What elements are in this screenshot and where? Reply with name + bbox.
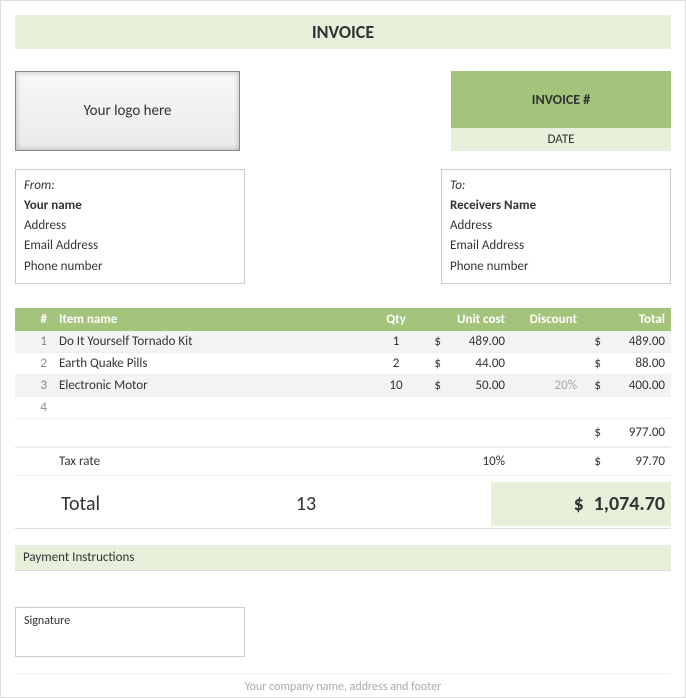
col-blank2	[581, 312, 601, 327]
from-name: Your name	[24, 196, 236, 216]
table-row: 2 Earth Quake Pills 2 $ 44.00 $ 88.00	[15, 353, 671, 375]
cell-cur: $	[421, 334, 441, 349]
page-title: INVOICE	[15, 15, 671, 49]
col-item: Item name	[55, 312, 371, 327]
cell-disc: 20%	[511, 378, 581, 393]
cell-num: 4	[15, 400, 55, 415]
signature-box: Signature	[15, 607, 245, 657]
cell-cur	[421, 400, 441, 415]
grand-total-qty: 13	[281, 492, 331, 516]
cell-total: 400.00	[601, 378, 671, 393]
cell-name	[55, 400, 371, 415]
subtotal-value: 977.00	[601, 425, 671, 440]
cell-unit: 489.00	[441, 334, 511, 349]
logo-placeholder: Your logo here	[15, 71, 240, 151]
grand-total-value: 1,074.70	[594, 492, 665, 516]
to-email: Email Address	[450, 236, 662, 256]
grand-total-label: Total	[15, 492, 281, 516]
cell-qty: 1	[371, 334, 421, 349]
cell-total: 489.00	[601, 334, 671, 349]
grand-total-cur: $	[564, 492, 594, 516]
cell-num: 3	[15, 378, 55, 393]
header-row: Your logo here INVOICE # DATE	[15, 71, 671, 151]
from-email: Email Address	[24, 236, 236, 256]
to-heading: To:	[450, 176, 662, 196]
from-box: From: Your name Address Email Address Ph…	[15, 169, 245, 284]
cell-cur: $	[421, 378, 441, 393]
cell-disc	[511, 334, 581, 349]
cell-unit	[441, 400, 511, 415]
payment-instructions-header: Payment Instructions	[15, 545, 671, 571]
table-row: 4	[15, 397, 671, 419]
cell-cur2: $	[581, 356, 601, 371]
cell-total	[601, 400, 671, 415]
table-row: 1 Do It Yourself Tornado Kit 1 $ 489.00 …	[15, 331, 671, 353]
grand-total-row: Total 13 $1,074.70	[15, 482, 671, 529]
from-address: Address	[24, 216, 236, 236]
footer-text: Your company name, address and footer	[15, 673, 671, 694]
tax-cur: $	[581, 454, 601, 469]
col-total: Total	[601, 312, 671, 327]
address-row: From: Your name Address Email Address Ph…	[15, 169, 671, 284]
grand-total-amount: $1,074.70	[491, 482, 671, 526]
tax-row: Tax rate 10% $ 97.70	[15, 447, 671, 476]
items-table: # Item name Qty Unit cost Discount Total…	[15, 308, 671, 529]
tax-rate: 10%	[441, 454, 511, 469]
cell-disc	[511, 400, 581, 415]
invoice-number-label: INVOICE #	[451, 71, 671, 128]
cell-total: 88.00	[601, 356, 671, 371]
col-unit: Unit cost	[441, 312, 511, 327]
cell-name: Electronic Motor	[55, 378, 371, 393]
invoice-meta: INVOICE # DATE	[451, 71, 671, 151]
table-row: 3 Electronic Motor 10 $ 50.00 20% $ 400.…	[15, 375, 671, 397]
to-address: Address	[450, 216, 662, 236]
cell-qty: 2	[371, 356, 421, 371]
from-phone: Phone number	[24, 257, 236, 277]
col-blank	[421, 312, 441, 327]
cell-cur: $	[421, 356, 441, 371]
cell-cur2	[581, 400, 601, 415]
to-name: Receivers Name	[450, 196, 662, 216]
from-heading: From:	[24, 176, 236, 196]
cell-cur2: $	[581, 334, 601, 349]
tax-label: Tax rate	[55, 454, 371, 469]
invoice-date-label: DATE	[451, 128, 671, 151]
cell-unit: 50.00	[441, 378, 511, 393]
cell-cur2: $	[581, 378, 601, 393]
cell-name: Earth Quake Pills	[55, 356, 371, 371]
cell-num: 2	[15, 356, 55, 371]
subtotal-row: $ 977.00	[15, 419, 671, 447]
cell-num: 1	[15, 334, 55, 349]
cell-qty	[371, 400, 421, 415]
to-phone: Phone number	[450, 257, 662, 277]
cell-qty: 10	[371, 378, 421, 393]
col-discount: Discount	[511, 312, 581, 327]
subtotal-cur: $	[581, 425, 601, 440]
cell-unit: 44.00	[441, 356, 511, 371]
to-box: To: Receivers Name Address Email Address…	[441, 169, 671, 284]
cell-disc	[511, 356, 581, 371]
table-header: # Item name Qty Unit cost Discount Total	[15, 308, 671, 331]
tax-value: 97.70	[601, 454, 671, 469]
col-qty: Qty	[371, 312, 421, 327]
col-num: #	[15, 312, 55, 327]
cell-name: Do It Yourself Tornado Kit	[55, 334, 371, 349]
